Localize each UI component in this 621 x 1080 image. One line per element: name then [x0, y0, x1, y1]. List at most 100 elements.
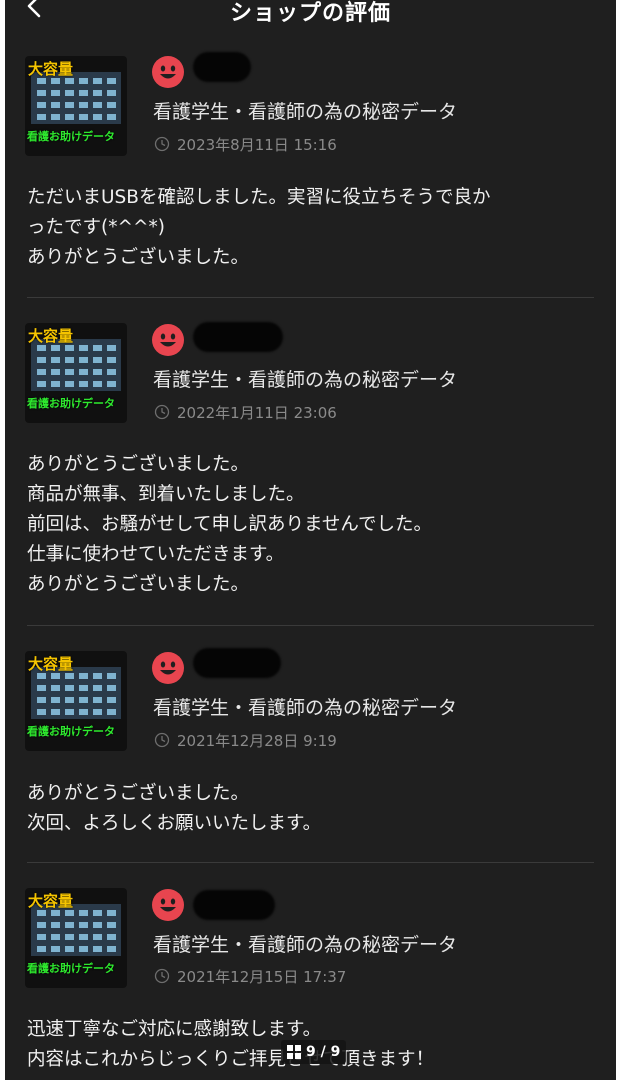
review-text: ただいまUSBを確認しました。実習に役立ちそうで良か ったです(*^^*) あり…	[27, 183, 597, 273]
divider	[27, 625, 594, 626]
clock-icon	[154, 732, 170, 748]
review-line: 商品が無事、到着いたしました。	[27, 484, 305, 505]
thumbnail-tile	[107, 697, 116, 703]
thumbnail-tile	[65, 369, 74, 375]
divider	[27, 297, 594, 298]
thumbnail-tile	[93, 357, 102, 363]
clock-icon	[154, 404, 170, 420]
thumbnail-tile	[37, 685, 46, 691]
thumbnail-tile	[93, 90, 102, 96]
thumbnail-tile	[37, 922, 46, 928]
redacted-username	[193, 322, 283, 352]
review-date: 2022年1月11日 23:06	[177, 404, 337, 422]
thumbnail-tile	[51, 381, 60, 387]
clock-icon	[154, 136, 170, 152]
thumbnail-label-bottom: 看護お助けデータ	[27, 962, 115, 975]
thumbnail-tile	[79, 102, 88, 108]
thumbnail-tile	[37, 934, 46, 940]
thumbnail-tile	[93, 697, 102, 703]
shop-name[interactable]: 看護学生・看護師の為の秘密データ	[153, 365, 457, 392]
thumbnail-label-top: 大容量	[28, 327, 74, 345]
thumbnail-tile	[107, 685, 116, 691]
thumbnail-tile	[93, 934, 102, 940]
thumbnail-tile	[79, 114, 88, 120]
thumbnail-tile	[51, 369, 60, 375]
review-line: 前回は、お騒がせして申し訳ありませんでした。	[27, 514, 432, 535]
thumbnail-tile	[51, 357, 60, 363]
thumbnail-label-bottom: 看護お助けデータ	[27, 397, 115, 410]
thumbnail-tile	[37, 697, 46, 703]
thumbnail-tile	[79, 90, 88, 96]
product-thumbnail[interactable]: 大容量 看護お助けデータ	[25, 323, 127, 423]
review-line: 次回、よろしくお願いいたします。	[27, 813, 322, 834]
thumbnail-tile	[107, 90, 116, 96]
thumbnail-tile	[65, 114, 74, 120]
thumbnail-tile	[37, 381, 46, 387]
smiley-icon	[152, 324, 184, 356]
thumbnail-tile	[37, 369, 46, 375]
thumbnail-tile	[65, 934, 74, 940]
page-title: ショップの評価	[229, 1, 391, 26]
thumbnail-tile	[79, 381, 88, 387]
thumbnail-tile	[93, 709, 102, 715]
thumbnail-tile	[79, 946, 88, 952]
shop-name[interactable]: 看護学生・看護師の為の秘密データ	[153, 930, 457, 957]
shop-name[interactable]: 看護学生・看護師の為の秘密データ	[153, 97, 457, 124]
thumbnail-tile	[51, 934, 60, 940]
review-line: ありがとうございました。	[27, 247, 250, 268]
review-date: 2021年12月28日 9:19	[177, 732, 337, 750]
thumbnail-tile	[93, 369, 102, 375]
thumbnail-tile	[93, 102, 102, 108]
review-line: 仕事に使わせていただきます。	[27, 544, 285, 565]
thumbnail-tile	[79, 345, 88, 351]
thumbnail-tile	[107, 709, 116, 715]
thumbnail-tile	[65, 357, 74, 363]
pager-label: 9 / 9	[306, 1044, 341, 1060]
smiley-icon	[152, 889, 184, 921]
thumbnail-tile	[65, 697, 74, 703]
thumbnail-tile	[93, 345, 102, 351]
thumbnail-tile	[51, 90, 60, 96]
thumbnail-tile	[51, 697, 60, 703]
thumbnail-tile	[107, 934, 116, 940]
thumbnail-tile	[51, 114, 60, 120]
product-thumbnail[interactable]: 大容量 看護お助けデータ	[25, 56, 127, 156]
image-pager: 9 / 9	[281, 1040, 347, 1064]
review-text: ありがとうございました。 次回、よろしくお願いいたします。	[27, 779, 597, 839]
thumbnail-tile	[79, 357, 88, 363]
thumbnail-tile	[37, 946, 46, 952]
thumbnail-tile	[37, 90, 46, 96]
smiley-icon	[152, 56, 184, 88]
thumbnail-label-top: 大容量	[28, 60, 74, 78]
thumbnail-tile	[65, 709, 74, 715]
thumbnail-tile	[65, 946, 74, 952]
thumbnail-tile	[65, 685, 74, 691]
review-line: ただいまUSBを確認しました。実習に役立ちそうで良か	[27, 187, 491, 208]
thumbnail-label-top: 大容量	[28, 655, 74, 673]
thumbnail-tile	[79, 685, 88, 691]
thumbnail-tile	[107, 114, 116, 120]
review-date: 2023年8月11日 15:16	[177, 136, 337, 154]
review-date: 2021年12月15日 17:37	[177, 968, 347, 986]
thumbnail-tile	[107, 381, 116, 387]
thumbnail-tile	[37, 102, 46, 108]
grid-icon	[287, 1045, 301, 1059]
shop-name[interactable]: 看護学生・看護師の為の秘密データ	[153, 693, 457, 720]
thumbnail-tile	[37, 357, 46, 363]
product-thumbnail[interactable]: 大容量 看護お助けデータ	[25, 651, 127, 751]
clock-icon	[154, 968, 170, 984]
thumbnail-tile	[51, 102, 60, 108]
thumbnail-tile	[93, 673, 102, 679]
smiley-icon	[152, 652, 184, 684]
thumbnail-tile	[93, 946, 102, 952]
redacted-username	[193, 52, 251, 82]
thumbnail-tile	[79, 934, 88, 940]
product-thumbnail[interactable]: 大容量 看護お助けデータ	[25, 888, 127, 988]
header: ショップの評価	[5, 0, 616, 26]
thumbnail-tile	[93, 114, 102, 120]
thumbnail-tile	[107, 673, 116, 679]
thumbnail-tile	[51, 709, 60, 715]
thumbnail-tile	[79, 709, 88, 715]
thumbnail-tile	[79, 673, 88, 679]
thumbnail-tile	[93, 922, 102, 928]
